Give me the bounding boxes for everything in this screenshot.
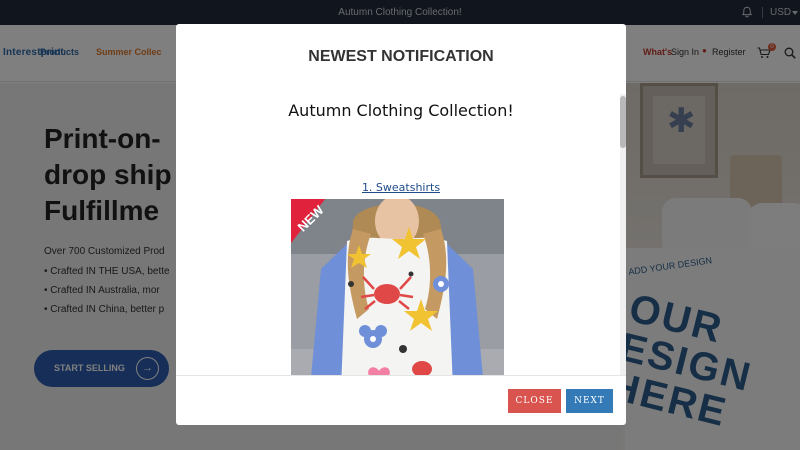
modal-body[interactable]: Autumn Clothing Collection! 1. Sweatshir…	[176, 94, 626, 375]
sweatshirt-product-image[interactable]: NEW	[291, 199, 504, 375]
close-button[interactable]: CLOSE	[508, 389, 561, 413]
modal-title: NEWEST NOTIFICATION	[308, 48, 494, 65]
modal-footer: CLOSE NEXT	[176, 375, 626, 425]
scrollbar-thumb[interactable]	[620, 96, 626, 148]
notification-modal: NEWEST NOTIFICATION Autumn Clothing Coll…	[176, 24, 626, 425]
sweatshirt-illustration: NEW	[291, 199, 504, 375]
modal-subtitle: Autumn Clothing Collection!	[288, 101, 514, 120]
next-button[interactable]: NEXT	[566, 389, 613, 413]
sweatshirts-link[interactable]: 1. Sweatshirts	[176, 181, 626, 194]
modal-scrollbar[interactable]	[620, 94, 626, 375]
